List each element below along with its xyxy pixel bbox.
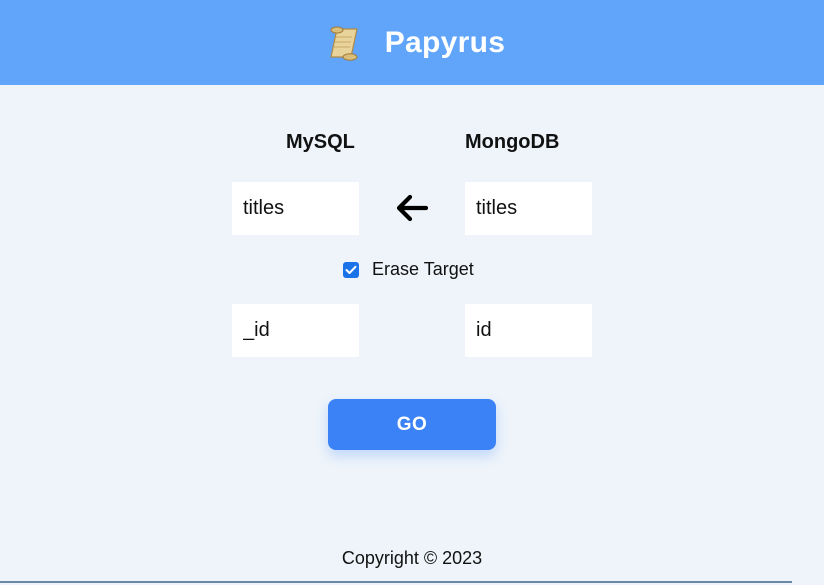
app-header: Papyrus [0,0,824,85]
mongodb-key-input[interactable] [465,304,592,357]
erase-target-checkbox[interactable] [343,261,359,278]
mysql-column-label: MySQL [286,131,355,153]
erase-target-label: Erase Target [372,259,474,279]
copyright-text: Copyright © 2023 [341,548,483,568]
brand: Papyrus [325,23,506,63]
mongodb-collection-input[interactable] [465,182,592,235]
app-title: Papyrus [384,25,506,59]
mysql-key-input[interactable] [232,304,359,357]
footer-divider [0,581,792,583]
mongodb-column-label: MongoDB [465,131,560,153]
go-button[interactable]: GO [328,399,496,450]
mysql-collection-input[interactable] [232,182,359,235]
erase-target-option[interactable]: Erase Target [343,259,474,280]
checkmark-icon [345,265,357,274]
arrow-left-icon [394,192,430,224]
scroll-icon [325,23,363,63]
